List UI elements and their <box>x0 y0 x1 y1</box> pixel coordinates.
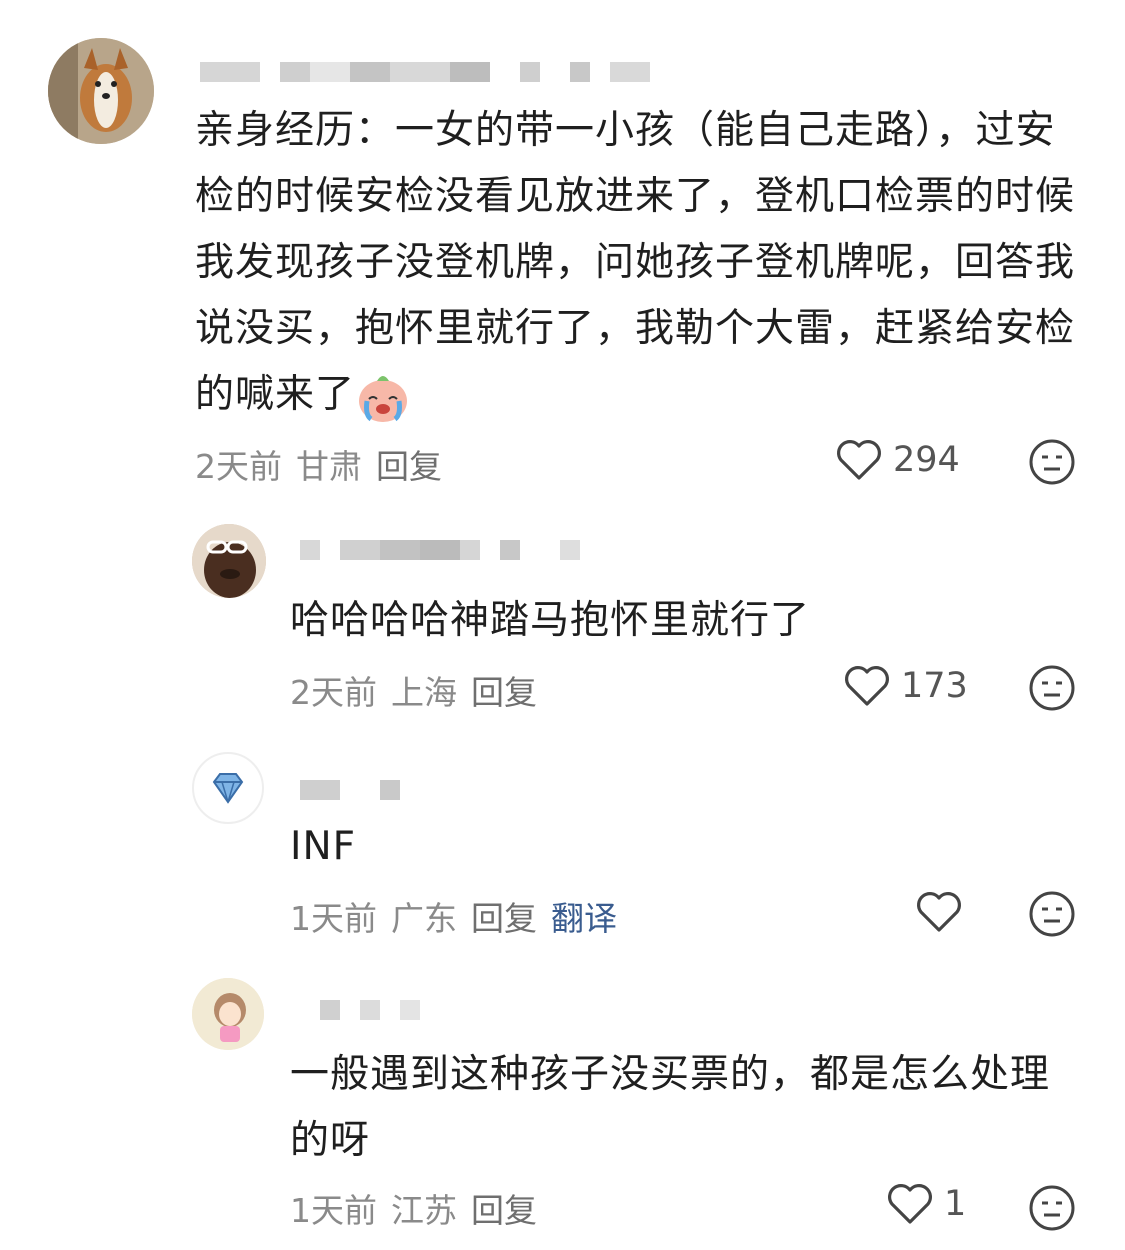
like-button[interactable]: 173 <box>843 664 968 708</box>
comment-location: 江苏 <box>391 1191 457 1230</box>
like-count: 294 <box>893 440 960 480</box>
heart-icon <box>843 664 891 708</box>
comment-location: 广东 <box>391 899 457 938</box>
like-button[interactable] <box>915 890 963 934</box>
comment-meta: 2天前 上海 回复 <box>290 666 537 714</box>
reply-button[interactable]: 回复 <box>376 440 442 488</box>
reaction-button[interactable] <box>1028 890 1076 938</box>
avatar[interactable] <box>192 752 264 824</box>
username-blurred[interactable] <box>300 1000 420 1020</box>
diamond-icon <box>212 773 244 804</box>
reply-button[interactable]: 回复 <box>471 1184 537 1232</box>
heart-icon <box>915 890 963 934</box>
comment-text: 亲身经历：一女的带一小孩（能自己走路），过安检的时候安检没看见放进来了，登机口检… <box>195 98 1075 428</box>
like-button[interactable]: 294 <box>835 438 960 482</box>
comment-location: 甘肃 <box>296 447 362 486</box>
comment-time: 2天前 <box>290 673 377 712</box>
neutral-face-icon <box>1028 890 1076 938</box>
heart-icon <box>835 438 883 482</box>
comment-location: 上海 <box>391 673 457 712</box>
like-button[interactable]: 1 <box>886 1182 966 1226</box>
avatar[interactable] <box>192 978 264 1050</box>
reaction-button[interactable] <box>1028 438 1076 486</box>
username-blurred[interactable] <box>300 780 400 800</box>
username-blurred[interactable] <box>300 540 580 560</box>
comment-time: 2天前 <box>195 447 282 486</box>
reaction-button[interactable] <box>1028 1184 1076 1232</box>
comment-time: 1天前 <box>290 899 377 938</box>
comment-text: 一般遇到这种孩子没买票的，都是怎么处理的呀 <box>290 1052 1051 1163</box>
reply-button[interactable]: 回复 <box>471 892 537 940</box>
neutral-face-icon <box>1028 1184 1076 1232</box>
reply-button[interactable]: 回复 <box>471 666 537 714</box>
avatar[interactable] <box>192 524 266 598</box>
like-count: 173 <box>901 666 968 706</box>
comment-time: 1天前 <box>290 1191 377 1230</box>
like-count: 1 <box>944 1184 967 1224</box>
username-blurred[interactable] <box>200 62 650 82</box>
comment-meta: 1天前 广东 回复 翻译 <box>290 892 617 940</box>
comment-text: 哈哈哈哈神踏马抱怀里就行了 <box>290 598 811 643</box>
translate-button[interactable]: 翻译 <box>551 892 617 940</box>
comment-meta: 1天前 江苏 回复 <box>290 1184 537 1232</box>
comment-text: INF <box>290 824 357 869</box>
reaction-button[interactable] <box>1028 664 1076 712</box>
avatar[interactable] <box>48 38 154 144</box>
neutral-face-icon <box>1028 664 1076 712</box>
neutral-face-icon <box>1028 438 1076 486</box>
heart-icon <box>886 1182 934 1226</box>
comment-meta: 2天前 甘肃 回复 <box>195 440 442 488</box>
comment-1: 亲身经历：一女的带一小孩（能自己走路），过安检的时候安检没看见放进来了，登机口检… <box>0 0 1125 500</box>
crying-emoji-icon <box>355 369 411 425</box>
